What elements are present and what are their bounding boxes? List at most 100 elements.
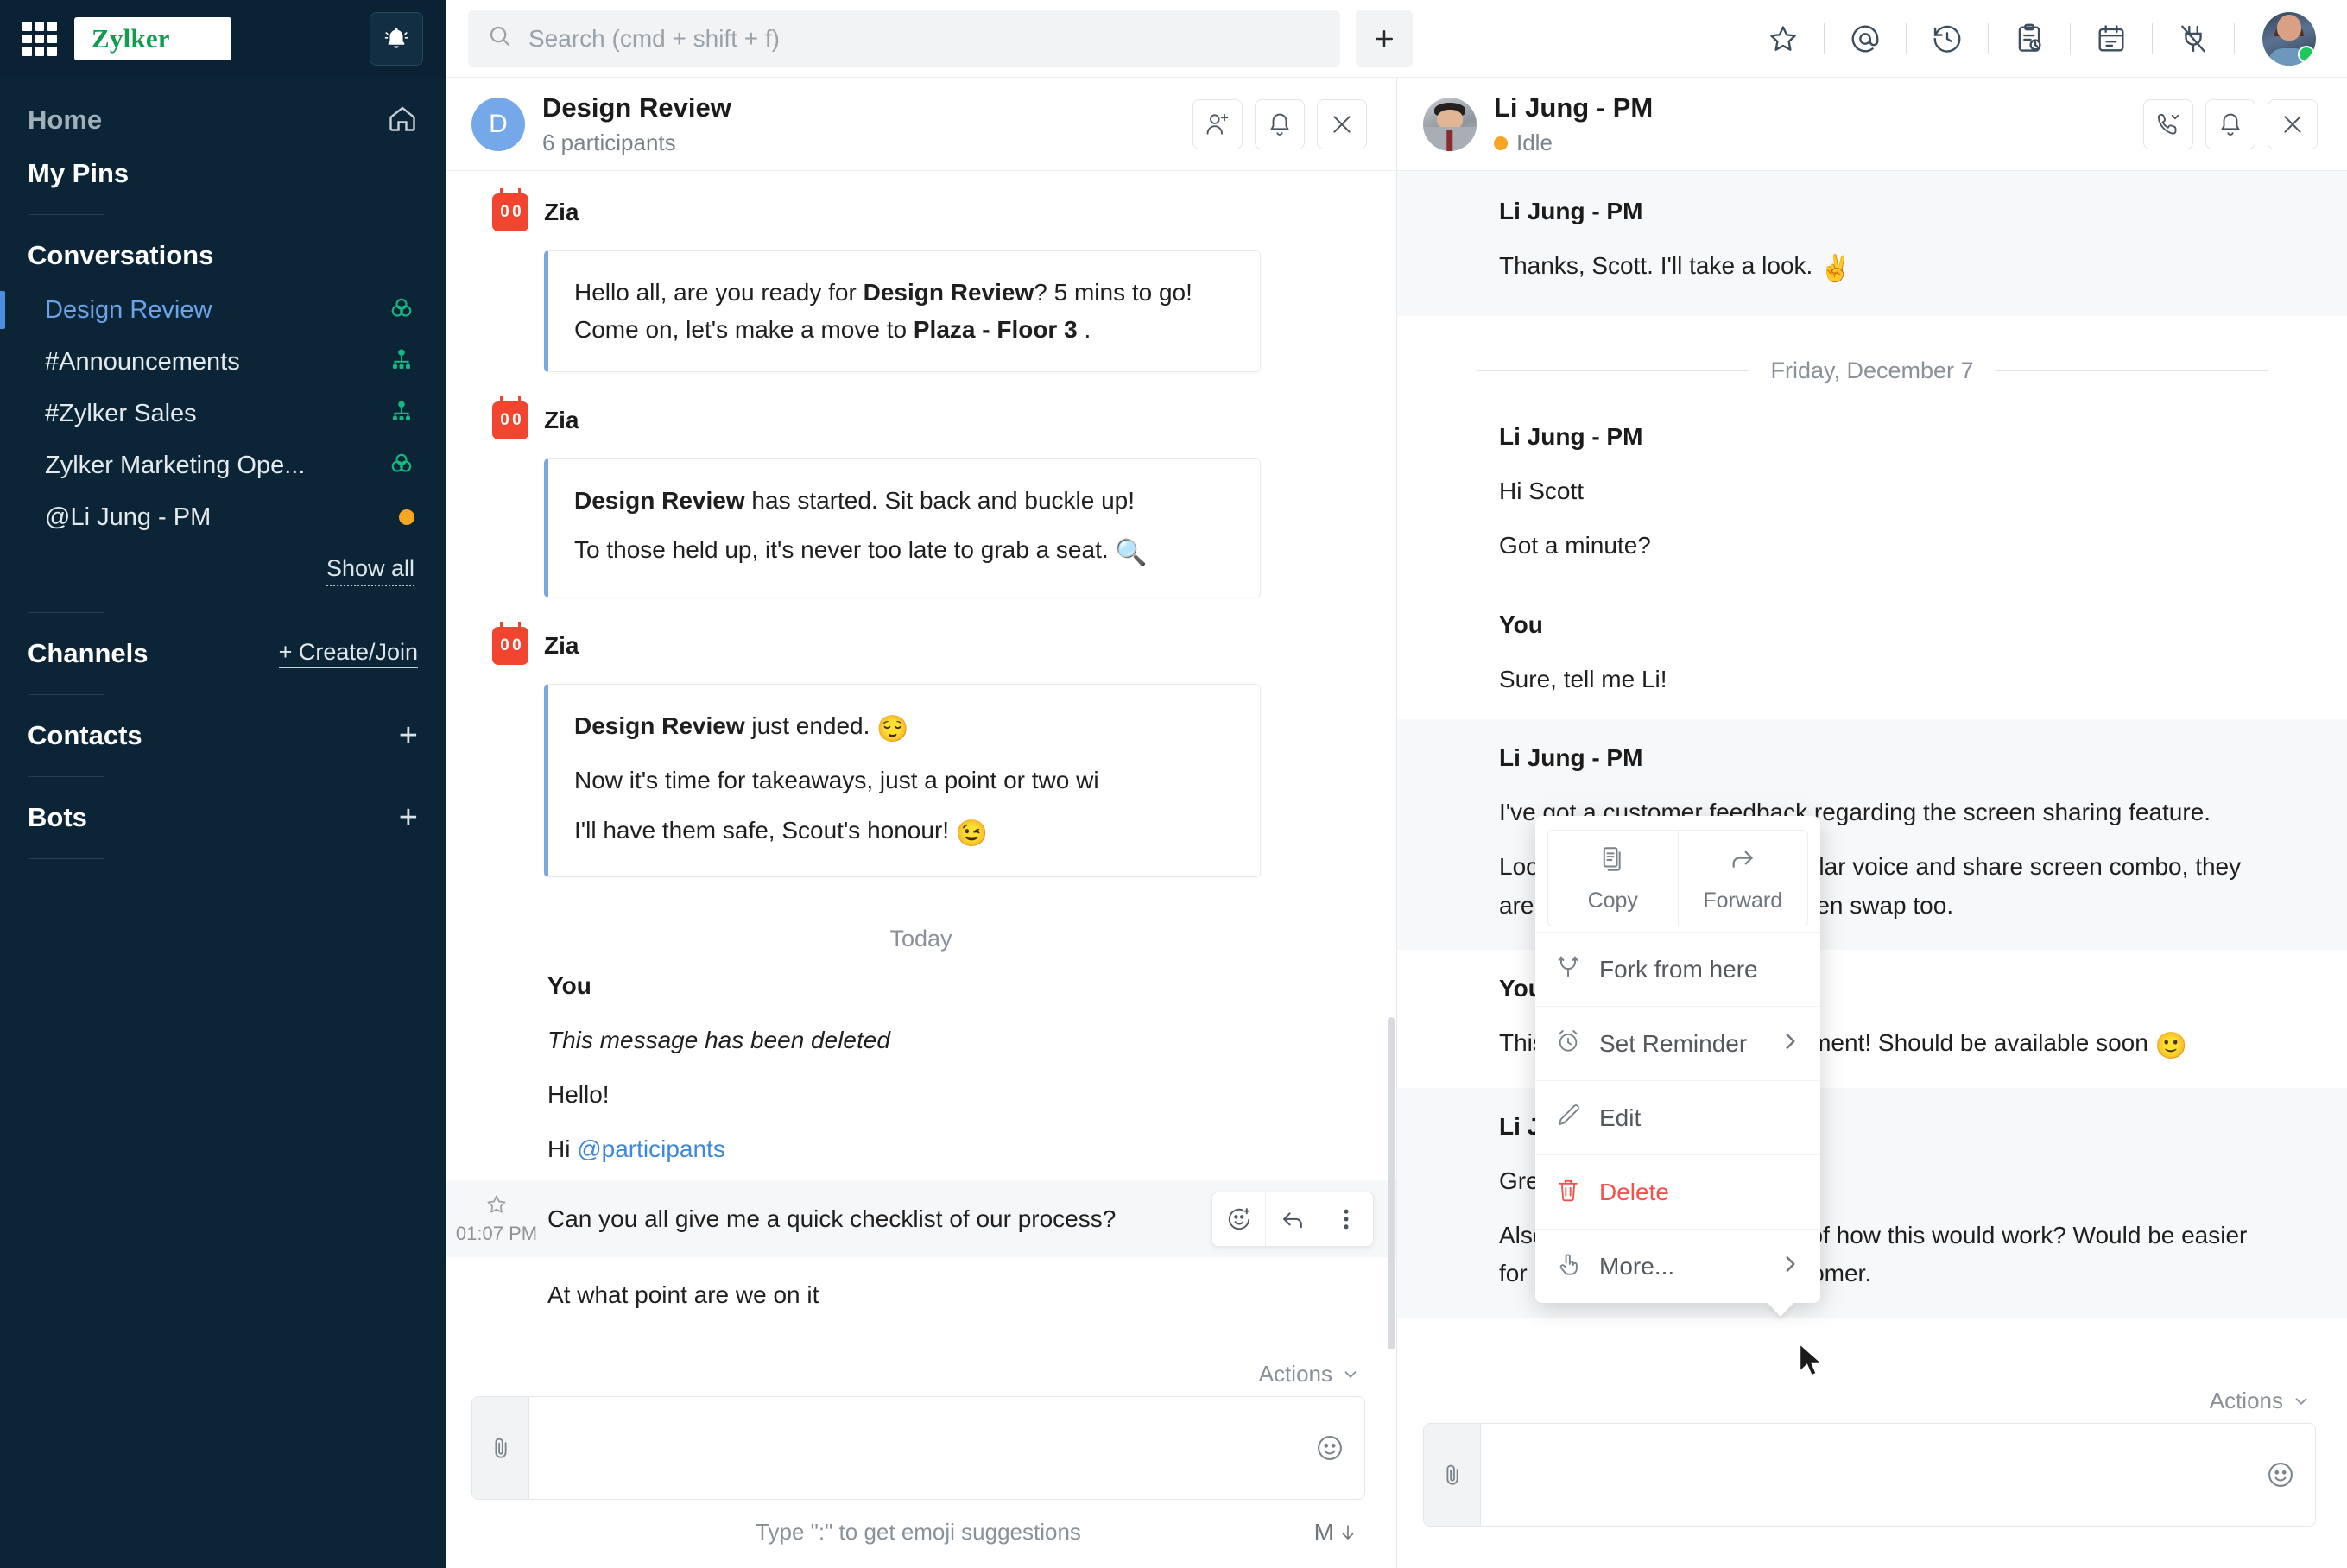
integrations-plug-icon[interactable] xyxy=(2165,10,2222,67)
sidebar-item-home[interactable]: Home xyxy=(0,93,446,147)
message-sender: You xyxy=(547,972,591,1000)
create-join-channel-link[interactable]: + Create/Join xyxy=(278,639,418,668)
sidebar-divider-1 xyxy=(28,214,104,215)
message-input[interactable] xyxy=(529,1397,1295,1499)
message-composer[interactable] xyxy=(1423,1423,2316,1527)
message-composer[interactable] xyxy=(471,1396,1365,1500)
highlighted-message-row[interactable]: 01:07 PM Can you all give me a quick che… xyxy=(446,1180,1396,1258)
status-idle-dot xyxy=(399,509,414,525)
mentions-at-icon[interactable] xyxy=(1837,10,1894,67)
sidebar-divider-5 xyxy=(28,858,104,859)
divider xyxy=(2070,22,2071,54)
markdown-toggle[interactable]: M xyxy=(1314,1519,1358,1546)
copy-button[interactable]: Copy xyxy=(1548,831,1679,926)
menu-item-more[interactable]: More... xyxy=(1535,1229,1820,1303)
close-x-icon[interactable] xyxy=(1317,98,1367,149)
bell-icon[interactable] xyxy=(1255,98,1305,149)
kebab-menu-icon[interactable] xyxy=(1319,1192,1373,1246)
day-divider-label: Friday, December 7 xyxy=(1770,357,1974,383)
tasks-clipboard-icon[interactable] xyxy=(2001,10,2058,67)
mention-link[interactable]: @participants xyxy=(577,1135,725,1162)
notifications-bell-icon[interactable] xyxy=(370,12,423,66)
sidebar-item-design-review[interactable]: Design Review xyxy=(0,284,446,336)
scrollbar-thumb[interactable] xyxy=(1388,1017,1395,1349)
message-text: Hello all, are you ready for Design Revi… xyxy=(574,279,1192,344)
divider xyxy=(1824,22,1825,54)
message-zia-2: 0 0 Zia Design Review has started. Sit b… xyxy=(446,379,1396,604)
actions-dropdown[interactable]: Actions xyxy=(1259,1361,1360,1388)
paperclip-icon[interactable] xyxy=(1424,1424,1481,1526)
sidebar-item-my-pins[interactable]: My Pins xyxy=(0,147,446,200)
group-chat-icon xyxy=(389,295,414,326)
sidebar-item-zylker-sales[interactable]: #Zylker Sales xyxy=(0,388,446,439)
apps-grid-icon[interactable] xyxy=(22,22,57,56)
context-menu-quick-actions: Copy Forward xyxy=(1547,830,1808,926)
user-avatar[interactable] xyxy=(2262,11,2316,66)
message-sender: Li Jung - PM xyxy=(1499,744,1643,772)
design-review-pane: D Design Review 6 participants 0 0 Zia H… xyxy=(446,78,1824,1568)
sidebar-section-contacts[interactable]: Contacts + xyxy=(0,709,446,762)
divider xyxy=(2152,22,2153,54)
menu-item-set-reminder[interactable]: Set Reminder xyxy=(1535,1006,1820,1080)
message-timestamp: 01:07 PM xyxy=(455,1223,538,1245)
menu-item-delete[interactable]: Delete xyxy=(1535,1154,1820,1229)
composer-hint: Type ":" to get emoji suggestions xyxy=(756,1519,1081,1545)
avatar xyxy=(1444,192,1483,231)
calendar-icon[interactable] xyxy=(2083,10,2140,67)
emoji-plus-icon[interactable] xyxy=(1212,1192,1266,1246)
chevron-down-icon xyxy=(2295,1397,2307,1405)
trash-icon xyxy=(1554,1176,1582,1208)
sidebar-item-zylker-marketing[interactable]: Zylker Marketing Ope... xyxy=(0,439,446,491)
add-bot-plus-icon[interactable]: + xyxy=(399,801,418,834)
channel-hierarchy-icon xyxy=(389,399,414,429)
avatar xyxy=(1444,605,1483,645)
phone-icon[interactable] xyxy=(2143,98,2193,149)
menu-item-label: Edit xyxy=(1599,1103,1642,1131)
actions-dropdown[interactable]: Actions xyxy=(2210,1388,2311,1414)
menu-item-fork-from-here[interactable]: Fork from here xyxy=(1535,932,1820,1006)
message-context-menu: Copy Forward Fork from here Set Reminder… xyxy=(1535,816,1820,1303)
sidebar-item-announcements[interactable]: #Announcements xyxy=(0,336,446,388)
add-contact-plus-icon[interactable]: + xyxy=(399,719,418,752)
day-divider-label: Today xyxy=(889,926,952,952)
sidebar-section-bots[interactable]: Bots + xyxy=(0,791,446,844)
main-area: Search (cmd + shift + f) D Design Review… xyxy=(446,0,2347,1568)
smiley-icon[interactable] xyxy=(1295,1397,1364,1499)
menu-item-label: More... xyxy=(1599,1252,1675,1280)
history-clock-icon[interactable] xyxy=(1919,10,1976,67)
copy-label: Copy xyxy=(1587,888,1638,913)
sidebar-divider-2 xyxy=(28,612,104,613)
conversations-section-header: Conversations xyxy=(0,229,446,282)
menu-item-edit[interactable]: Edit xyxy=(1535,1080,1820,1154)
day-divider: Friday, December 7 xyxy=(1477,357,2268,384)
star-outline-icon[interactable] xyxy=(484,1196,509,1220)
messages-scrollbar[interactable] xyxy=(1388,266,1395,1349)
close-x-icon[interactable] xyxy=(2268,98,2318,149)
menu-item-label: Set Reminder xyxy=(1599,1029,1748,1057)
bell-icon[interactable] xyxy=(2205,98,2255,149)
divider xyxy=(2234,22,2235,54)
group-chat-icon xyxy=(389,451,414,481)
conversation-label: Zylker Marketing Ope... xyxy=(45,451,306,479)
forward-label: Forward xyxy=(1703,888,1783,913)
reply-arrow-icon[interactable] xyxy=(1266,1192,1319,1246)
avatar xyxy=(1444,969,1483,1008)
smiley-icon[interactable] xyxy=(2246,1424,2315,1526)
message-sender: Li Jung - PM xyxy=(1499,198,1643,224)
sidebar-item-li-jung[interactable]: @Li Jung - PM xyxy=(0,491,446,543)
message-input[interactable] xyxy=(1481,1424,2246,1526)
new-conversation-button[interactable] xyxy=(1356,9,1413,67)
message-text: Design Review just ended. 😌 xyxy=(574,711,909,743)
forward-button[interactable]: Forward xyxy=(1679,831,1808,926)
star-icon[interactable] xyxy=(1755,10,1812,67)
home-label: Home xyxy=(28,104,103,135)
show-all-link[interactable]: Show all xyxy=(326,555,414,586)
contacts-title: Contacts xyxy=(28,720,142,750)
search-input[interactable]: Search (cmd + shift + f) xyxy=(468,9,1340,67)
chat-application: Zylker Home My Pins Conversations Design… xyxy=(0,0,2347,1568)
paperclip-icon[interactable] xyxy=(472,1397,529,1499)
add-person-icon[interactable] xyxy=(1192,98,1243,149)
sidebar-section-channels[interactable]: Channels + Create/Join xyxy=(0,627,446,680)
top-bar-icons xyxy=(1755,10,2316,67)
message-bubble: Design Review just ended. 😌 Now it's tim… xyxy=(544,683,1261,878)
